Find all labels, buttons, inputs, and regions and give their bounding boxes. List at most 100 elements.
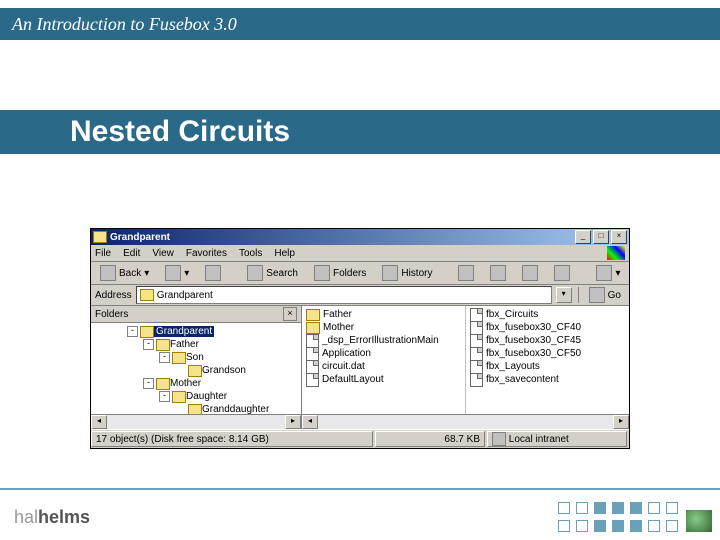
window-titlebar[interactable]: Grandparent _ □ × [91,229,629,245]
list-item[interactable]: fbx_fusebox30_CF50 [470,347,625,360]
tree-label: Mother [170,378,201,389]
deck-title: An Introduction to Fusebox 3.0 [12,14,237,35]
tree-node[interactable]: - Grandparent [91,325,301,338]
address-dropdown[interactable]: ▾ [556,287,572,303]
document-icon [470,321,483,335]
close-button[interactable]: × [611,230,627,244]
list-item[interactable]: Father [306,308,461,321]
decorative-squares [558,502,680,534]
status-objects: 17 object(s) (Disk free space: 8.14 GB) [96,434,269,445]
scroll-right-button[interactable]: ▸ [285,415,301,429]
menu-edit[interactable]: Edit [123,248,140,259]
scroll-left-button[interactable]: ◂ [302,415,318,429]
menu-view[interactable]: View [152,248,174,259]
tree-twisty[interactable]: - [159,391,170,402]
folders-button[interactable]: Folders [309,263,371,283]
tree-node[interactable]: - Father [91,338,301,351]
tree-label: Daughter [186,391,227,402]
slide-footer: halhelms [0,488,720,540]
back-button[interactable]: Back▾ [95,263,154,283]
list-item-label: fbx_fusebox30_CF50 [486,348,581,359]
list-item-label: DefaultLayout [322,374,384,385]
list-item[interactable]: fbx_fusebox30_CF40 [470,321,625,334]
menu-help[interactable]: Help [274,248,295,259]
menu-tools[interactable]: Tools [239,248,262,259]
list-item[interactable]: Application [306,347,461,360]
go-icon [589,287,605,303]
list-item[interactable]: fbx_Layouts [470,360,625,373]
undo-icon [554,265,570,281]
copy-to-button[interactable] [485,263,511,283]
scroll-track[interactable] [107,415,285,429]
zone-icon [492,432,506,446]
tree-label: Granddaughter [202,404,269,414]
list-item-label: fbx_Layouts [486,361,540,372]
toolbar: Back▾ ▾ Search Folders History ▾ [91,262,629,285]
close-pane-button[interactable]: × [283,307,297,321]
tree-twisty[interactable]: - [159,352,170,363]
forward-button[interactable]: ▾ [160,263,194,283]
folder-icon [93,231,107,243]
scroll-track[interactable] [318,415,613,429]
copy-icon [490,265,506,281]
windows-logo-icon [607,246,625,260]
list-item-label: _dsp_ErrorIllustrationMain [322,335,439,346]
list-item[interactable]: fbx_fusebox30_CF45 [470,334,625,347]
up-button[interactable] [200,263,226,283]
tree-node[interactable]: - Daughter [91,390,301,403]
list-item[interactable]: fbx_Circuits [470,308,625,321]
delete-button[interactable] [517,263,543,283]
go-button[interactable]: Go [585,287,625,303]
undo-button[interactable] [549,263,575,283]
document-icon [306,334,319,348]
list-item[interactable]: _dsp_ErrorIllustrationMain [306,334,461,347]
tree-node[interactable]: Grandson [91,364,301,377]
list-item-label: fbx_fusebox30_CF45 [486,335,581,346]
tree-twisty[interactable]: - [143,378,154,389]
tree-twisty[interactable]: - [143,339,154,350]
address-value: Grandparent [157,290,213,301]
list-item[interactable]: fbx_savecontent [470,373,625,386]
move-icon [458,265,474,281]
tree-label: Son [186,352,204,363]
tree-twisty[interactable]: - [127,326,138,337]
views-button[interactable]: ▾ [591,263,625,283]
slide-title: Nested Circuits [70,115,290,149]
document-icon [470,334,483,348]
tree-node[interactable]: - Son [91,351,301,364]
document-icon [306,347,319,361]
minimize-button[interactable]: _ [575,230,591,244]
slide-title-band: Nested Circuits [0,110,720,154]
maximize-button[interactable]: □ [593,230,609,244]
document-icon [470,347,483,361]
history-button[interactable]: History [377,263,437,283]
file-list-pane[interactable]: FatherMother_dsp_ErrorIllustrationMain Ap… [302,306,629,414]
list-item-label: Application [322,348,371,359]
folder-icon [306,309,320,321]
tree-label: Grandson [202,365,246,376]
views-icon [596,265,612,281]
menu-file[interactable]: File [95,248,111,259]
list-item[interactable]: Mother [306,321,461,334]
list-scrollbar[interactable]: ◂ ▸ ◂ ▸ [91,414,629,429]
list-item-label: fbx_fusebox30_CF40 [486,322,581,333]
scroll-right-button[interactable]: ▸ [613,415,629,429]
back-icon [100,265,116,281]
tree-label: Father [170,339,199,350]
list-item[interactable]: circuit.dat [306,360,461,373]
tree-node[interactable]: - Mother [91,377,301,390]
tree-node[interactable]: Granddaughter [91,403,301,414]
address-input[interactable]: Grandparent [136,286,552,304]
menu-favorites[interactable]: Favorites [186,248,227,259]
folder-tree[interactable]: - Grandparent- Father- Son Grandson- Mot… [91,323,301,414]
folder-icon [188,365,202,377]
folder-icon [140,326,154,338]
search-icon [247,265,263,281]
document-icon [306,360,319,374]
move-to-button[interactable] [453,263,479,283]
list-item[interactable]: DefaultLayout [306,373,461,386]
scroll-left-button[interactable]: ◂ [91,415,107,429]
folder-icon [172,391,186,403]
address-label: Address [95,290,132,301]
search-button[interactable]: Search [242,263,303,283]
